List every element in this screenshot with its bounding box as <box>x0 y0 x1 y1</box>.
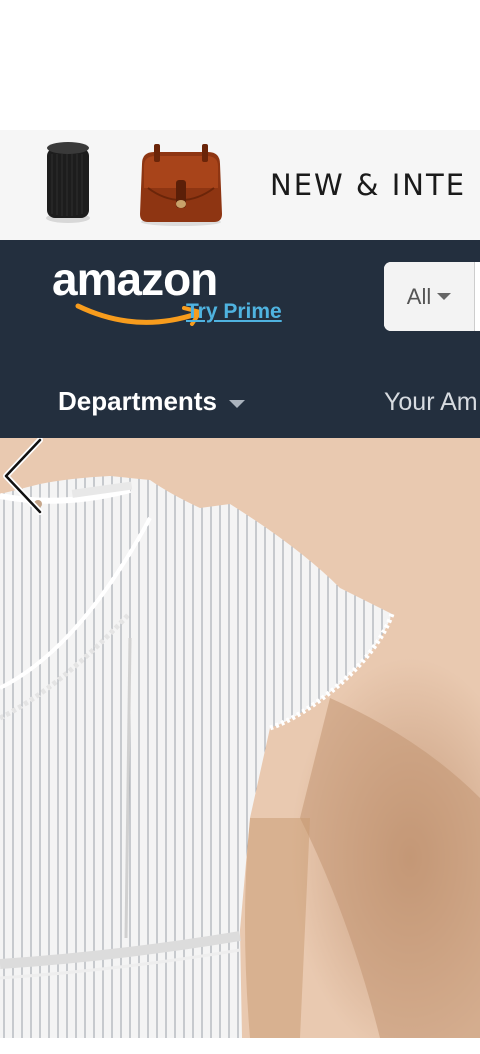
promo-headline: NEW & INTE <box>270 168 467 202</box>
hero-carousel[interactable] <box>0 438 480 1038</box>
leather-bag-product-icon <box>140 144 222 226</box>
search-category-select[interactable]: All <box>384 262 475 331</box>
site-header: amazon Try Prime All Departments Your Am <box>0 240 480 438</box>
caret-down-icon <box>437 293 452 300</box>
amazon-logo[interactable]: amazon Try Prime <box>52 253 292 330</box>
caret-down-icon <box>228 399 245 408</box>
search-bar[interactable]: All <box>384 262 480 331</box>
departments-label: Departments <box>58 386 217 416</box>
bottom-spacer <box>0 1038 480 1054</box>
departments-menu[interactable]: Departments <box>58 386 245 417</box>
speaker-product-icon <box>46 142 90 223</box>
top-spacer <box>0 0 480 130</box>
search-category-label: All <box>406 283 432 309</box>
your-amazon-link[interactable]: Your Am <box>384 388 478 417</box>
logo-wordmark: amazon <box>52 253 218 305</box>
hero-blouse-image <box>0 438 480 1038</box>
chevron-left-icon[interactable] <box>0 438 50 518</box>
promo-banner[interactable]: NEW & INTE <box>0 130 480 240</box>
try-prime-link[interactable]: Try Prime <box>186 300 282 324</box>
